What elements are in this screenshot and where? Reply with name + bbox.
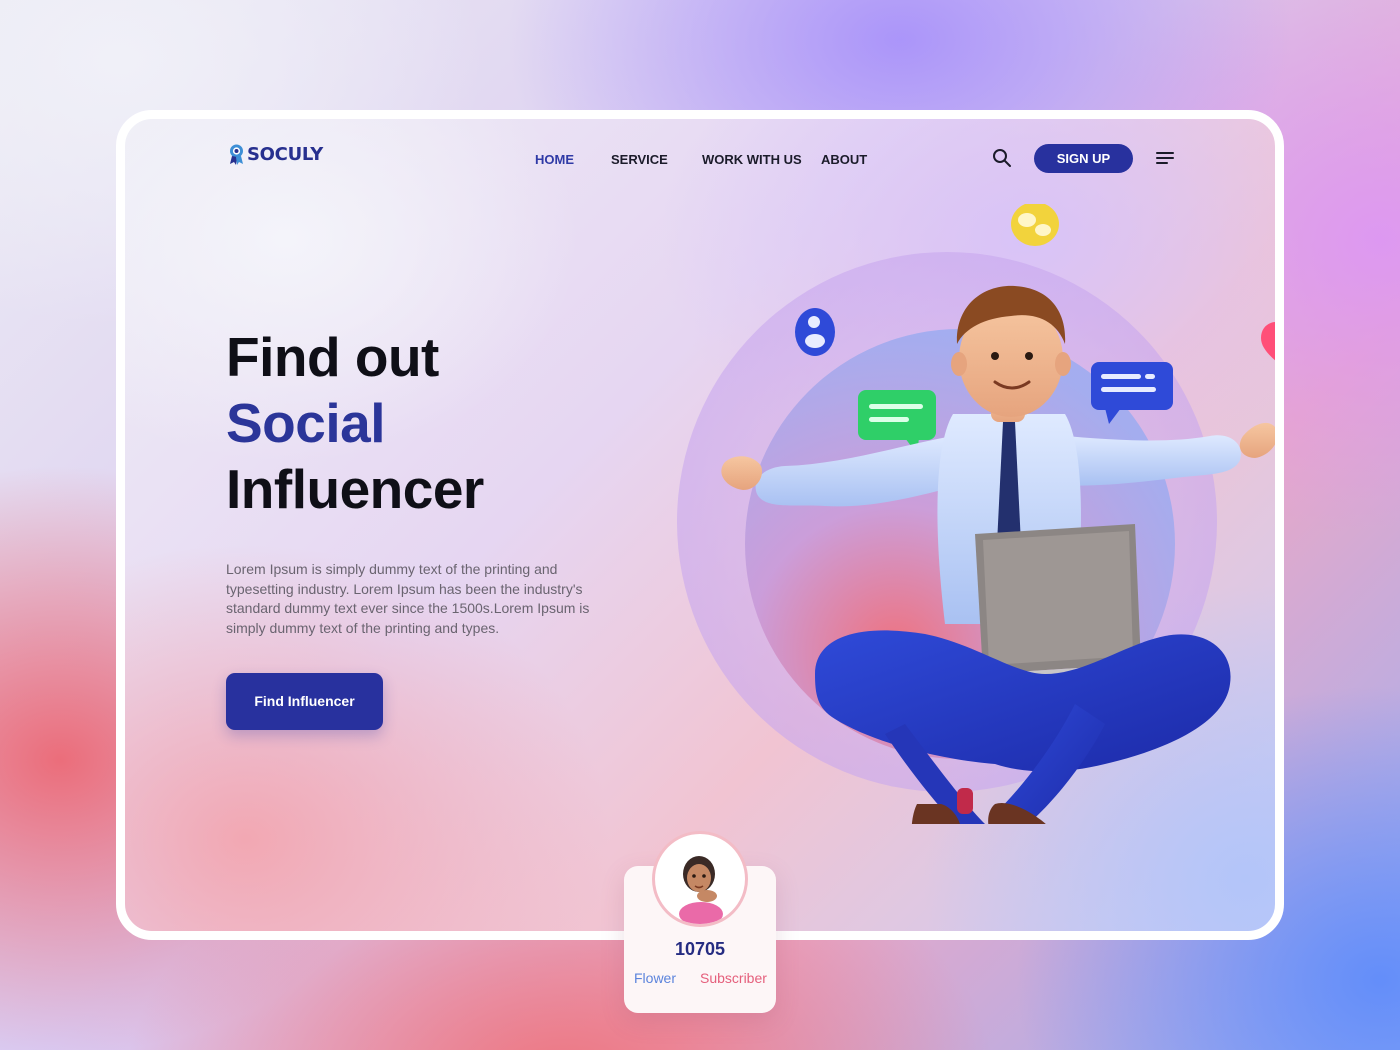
right-ear <box>1055 352 1071 376</box>
flower-label[interactable]: Flower <box>634 970 676 986</box>
nav-about[interactable]: ABOUT <box>821 152 867 167</box>
nav-service[interactable]: SERVICE <box>611 152 668 167</box>
hero-title: Find out Social Influencer <box>226 324 484 522</box>
brand-logo[interactable]: SOCULY <box>228 143 323 165</box>
influencer-illustration <box>677 204 1275 824</box>
badge-icon <box>230 144 243 165</box>
left-ear <box>951 352 967 376</box>
menu-button[interactable] <box>1156 150 1174 166</box>
hero-title-line3: Influencer <box>226 458 484 520</box>
menu-icon <box>1156 152 1174 164</box>
hero-description: Lorem Ipsum is simply dummy text of the … <box>226 561 590 636</box>
brand-name: SOCULY <box>247 143 323 165</box>
nav-work-with-us[interactable]: WORK WITH US <box>702 152 802 167</box>
find-influencer-button[interactable]: Find Influencer <box>226 673 383 730</box>
nav-home[interactable]: HOME <box>535 152 574 167</box>
subscriber-count: 10705 <box>674 939 726 959</box>
hero-card: SOCULY HOME SERVICE WORK WITH US ABOUT S… <box>116 110 1284 940</box>
right-hand <box>1239 422 1275 458</box>
coin-emoji-icon <box>1011 204 1059 246</box>
user-profile-icon <box>795 308 835 356</box>
signup-button[interactable]: SIGN UP <box>1034 144 1133 173</box>
subscriber-label[interactable]: Subscriber <box>700 970 767 986</box>
heart-icon <box>1261 322 1275 361</box>
hero-title-line1: Find out <box>226 326 439 388</box>
avatar[interactable] <box>652 831 748 927</box>
search-button[interactable] <box>991 147 1013 169</box>
search-icon <box>993 149 1011 167</box>
woman-avatar-icon <box>679 856 723 924</box>
hero-title-line2: Social <box>226 392 386 454</box>
